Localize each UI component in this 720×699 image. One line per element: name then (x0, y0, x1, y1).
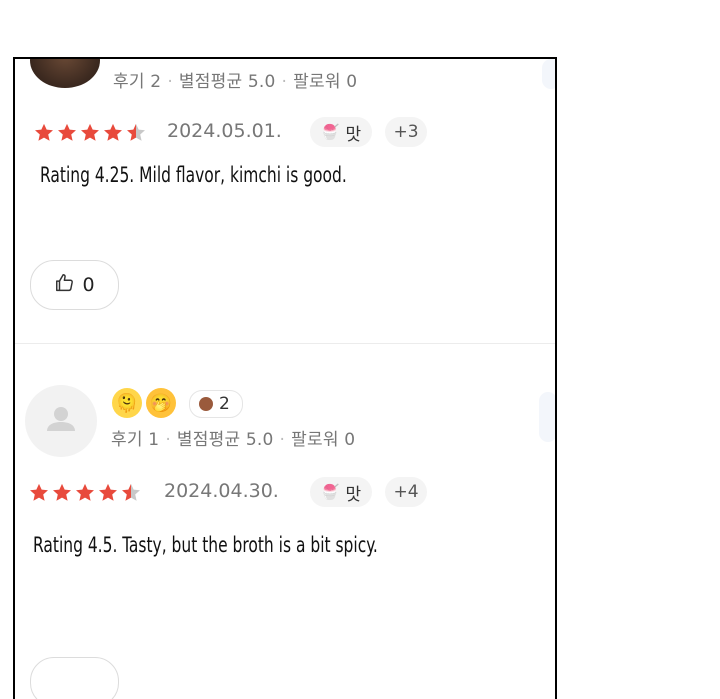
user-stats: 후기 2 · 별점평균 5.0 · 팔로워 0 (113, 72, 358, 92)
badge-count: 2 (219, 394, 230, 414)
star-icon (53, 483, 71, 501)
scroll-edge (542, 59, 555, 89)
hug-emoji-icon: 🤭 (146, 388, 176, 418)
ice-cream-icon: 🍧 (320, 483, 340, 501)
thumbs-up-icon (54, 272, 76, 299)
badge-icon (199, 397, 213, 411)
followers-count: 팔로워 0 (291, 430, 356, 450)
divider (15, 343, 555, 344)
star-icon (99, 483, 117, 501)
more-tags-button[interactable]: +4 (385, 477, 427, 507)
user-placeholder-icon (47, 407, 75, 431)
user-stats: 후기 1 · 별점평균 5.0 · 팔로워 0 (111, 430, 356, 450)
tag-label: 맛 (345, 484, 362, 505)
review-text: Rating 4.25. Mild flavor, kimchi is good… (40, 163, 347, 187)
avatar[interactable] (25, 385, 97, 457)
star-icon (76, 483, 94, 501)
taste-tag[interactable]: 🍧 맛 (310, 117, 372, 147)
average-rating: 별점평균 5.0 (178, 72, 276, 92)
star-rating (28, 482, 143, 504)
followers-count: 팔로워 0 (293, 72, 358, 92)
scroll-edge (539, 392, 555, 442)
star-rating (33, 122, 148, 144)
star-icon (122, 483, 140, 501)
star-icon (58, 123, 76, 141)
like-count: 0 (82, 274, 95, 296)
user-badge: 2 (189, 390, 243, 418)
more-tags-button[interactable]: +3 (385, 117, 427, 147)
review-text: Rating 4.5. Tasty, but the broth is a bi… (33, 533, 378, 557)
tag-label: 맛 (345, 124, 362, 145)
review-date: 2024.05.01. (167, 120, 282, 142)
star-icon (104, 123, 122, 141)
average-rating: 별점평균 5.0 (176, 430, 274, 450)
like-button[interactable]: 0 (30, 260, 119, 310)
like-button[interactable] (30, 657, 119, 699)
star-icon (81, 123, 99, 141)
ice-cream-icon: 🍧 (320, 123, 340, 141)
avatar[interactable] (30, 59, 100, 88)
star-icon (127, 123, 145, 141)
review-panel: 후기 2 · 별점평균 5.0 · 팔로워 0 2024.05.01. 🍧 맛 +3 Ra… (13, 57, 557, 699)
taste-tag[interactable]: 🍧 맛 (310, 477, 372, 507)
star-icon (30, 483, 48, 501)
star-icon (35, 123, 53, 141)
reviews-count: 후기 1 (111, 430, 160, 450)
reviews-count: 후기 2 (113, 72, 162, 92)
smiley-emoji-icon: 🫠 (112, 388, 142, 418)
review-date: 2024.04.30. (164, 480, 279, 502)
